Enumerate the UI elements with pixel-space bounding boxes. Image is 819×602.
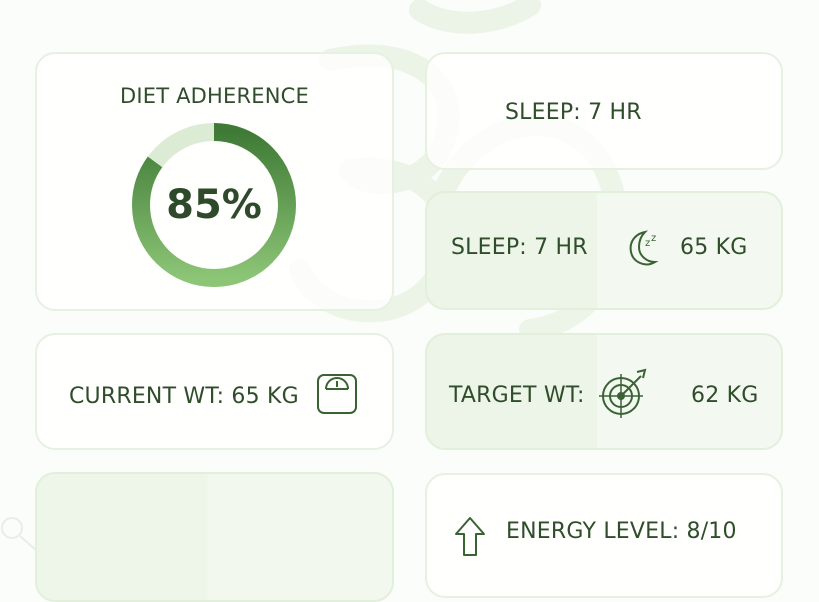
- diet-adherence-card: DIET ADHERENCE 85%: [35, 52, 394, 311]
- target-weight-label: TARGET WT:: [449, 383, 585, 408]
- current-weight-card: CURRENT WT: 65 KG: [35, 333, 394, 450]
- empty-card: [35, 472, 394, 602]
- energy-level-label: ENERGY LEVEL: 8/10: [506, 519, 737, 544]
- target-weight-card: TARGET WT: 62 KG: [425, 333, 783, 450]
- target-icon: [599, 368, 647, 418]
- sleep-card: SLEEP: 7 HR: [425, 52, 783, 170]
- scale-icon: [317, 374, 357, 414]
- svg-text:z: z: [651, 233, 656, 244]
- arrow-up-icon: [455, 517, 485, 556]
- sleep-label: SLEEP: 7 HR: [505, 100, 642, 125]
- target-weight-value: 62 KG: [691, 383, 759, 408]
- current-weight-label: CURRENT WT: 65 KG: [69, 384, 299, 409]
- sleep-label-secondary: SLEEP: 7 HR: [451, 235, 588, 260]
- energy-level-card: ENERGY LEVEL: 8/10: [425, 473, 783, 598]
- sleep-weight-card: SLEEP: 7 HR z z 65 KG: [425, 191, 783, 310]
- adherence-percent: 85%: [166, 182, 262, 228]
- svg-text:z: z: [645, 238, 650, 249]
- weight-value: 65 KG: [680, 235, 748, 260]
- diet-adherence-title: DIET ADHERENCE: [119, 84, 310, 108]
- moon-sleep-icon: z z: [629, 230, 659, 266]
